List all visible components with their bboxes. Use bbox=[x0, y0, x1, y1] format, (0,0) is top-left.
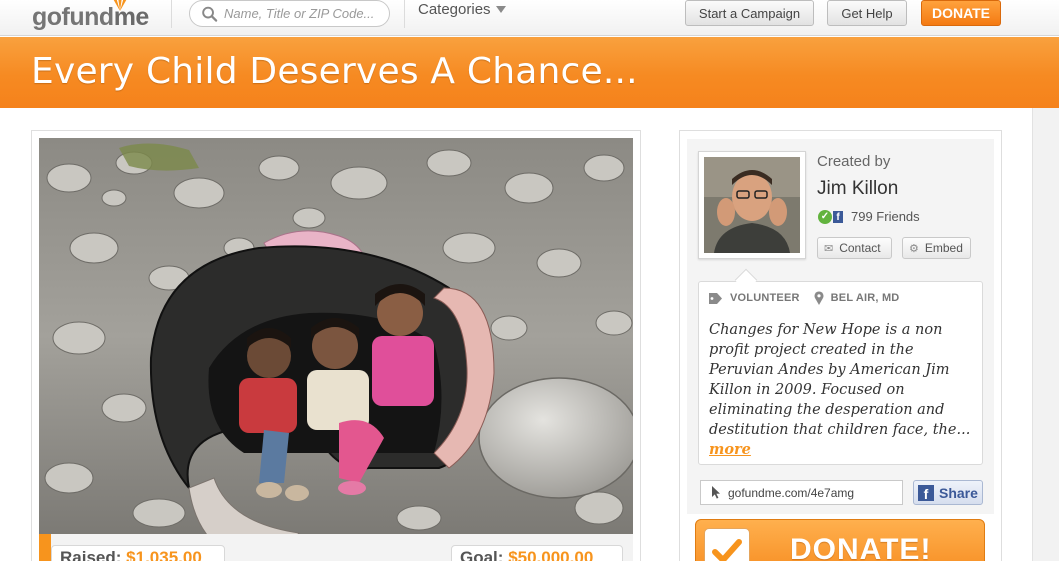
short-url-field[interactable]: gofundme.com/4e7amg bbox=[700, 480, 903, 505]
gear-icon: ⚙ bbox=[909, 242, 919, 255]
facebook-icon: f bbox=[833, 210, 843, 223]
funding-progress-fill bbox=[39, 534, 51, 561]
nav-divider bbox=[404, 0, 405, 28]
chevron-down-icon bbox=[495, 6, 506, 13]
share-label: Share bbox=[939, 484, 978, 501]
campaign-location[interactable]: BEL AIR, MD bbox=[831, 292, 900, 304]
envelope-icon: ✉ bbox=[824, 242, 834, 255]
campaign-description: Changes for New Hope is a non profit pro… bbox=[709, 322, 971, 438]
campaign-category[interactable]: VOLUNTEER bbox=[730, 292, 800, 304]
friends-text: 799 Friends bbox=[851, 209, 920, 224]
raised-label: Raised: bbox=[60, 548, 122, 561]
contact-label: Contact bbox=[839, 241, 881, 255]
contact-button[interactable]: ✉ Contact bbox=[817, 237, 892, 259]
raised-amount: Raised: $1,035.00 bbox=[51, 545, 225, 561]
facebook-icon: f bbox=[918, 484, 934, 501]
campaign-photo[interactable] bbox=[39, 138, 633, 534]
verified-check-icon: ✓ bbox=[818, 209, 832, 224]
creator-avatar[interactable] bbox=[698, 151, 806, 259]
categories-label: Categories bbox=[418, 1, 491, 18]
created-by-label: Created by bbox=[817, 153, 891, 170]
goal-amount: Goal: $50,000.00 bbox=[451, 545, 623, 561]
categories-dropdown[interactable]: Categories bbox=[418, 1, 506, 18]
embed-button[interactable]: ⚙ Embed bbox=[902, 237, 971, 259]
start-campaign-button[interactable]: Start a Campaign bbox=[685, 0, 814, 26]
raised-value: $1,035.00 bbox=[126, 548, 202, 561]
campaign-title-banner: Every Child Deserves A Chance... bbox=[0, 37, 1059, 108]
cursor-icon bbox=[712, 486, 720, 499]
donate-now-button[interactable]: DONATE! bbox=[695, 519, 985, 561]
campaign-meta: VOLUNTEER BEL AIR, MD bbox=[709, 291, 899, 305]
facebook-friends-count: ✓ f 799 Friends bbox=[818, 209, 920, 224]
donate-header-button[interactable]: DONATE bbox=[921, 0, 1001, 26]
nav-divider bbox=[171, 0, 172, 28]
top-nav-bar: gofundme Categories Start a Campaign Get… bbox=[0, 0, 1059, 36]
checkmark-icon bbox=[704, 528, 750, 561]
search-icon bbox=[202, 6, 218, 22]
tag-icon bbox=[709, 292, 722, 304]
donate-now-label: DONATE! bbox=[790, 533, 932, 561]
search-box[interactable] bbox=[189, 0, 390, 27]
facebook-share-button[interactable]: f Share bbox=[913, 480, 983, 505]
page-gutter bbox=[1032, 108, 1059, 561]
campaign-title: Every Child Deserves A Chance... bbox=[31, 51, 638, 92]
read-more-link[interactable]: more bbox=[709, 441, 751, 458]
logo-sunburst-icon bbox=[104, 0, 136, 11]
location-pin-icon bbox=[814, 291, 824, 305]
get-help-button[interactable]: Get Help bbox=[827, 0, 907, 26]
goal-value: $50,000.00 bbox=[508, 548, 594, 561]
embed-label: Embed bbox=[924, 241, 963, 255]
search-input[interactable] bbox=[224, 6, 389, 21]
goal-label: Goal: bbox=[460, 548, 504, 561]
creator-name[interactable]: Jim Killon bbox=[817, 178, 898, 200]
short-url-text: gofundme.com/4e7amg bbox=[728, 485, 855, 500]
